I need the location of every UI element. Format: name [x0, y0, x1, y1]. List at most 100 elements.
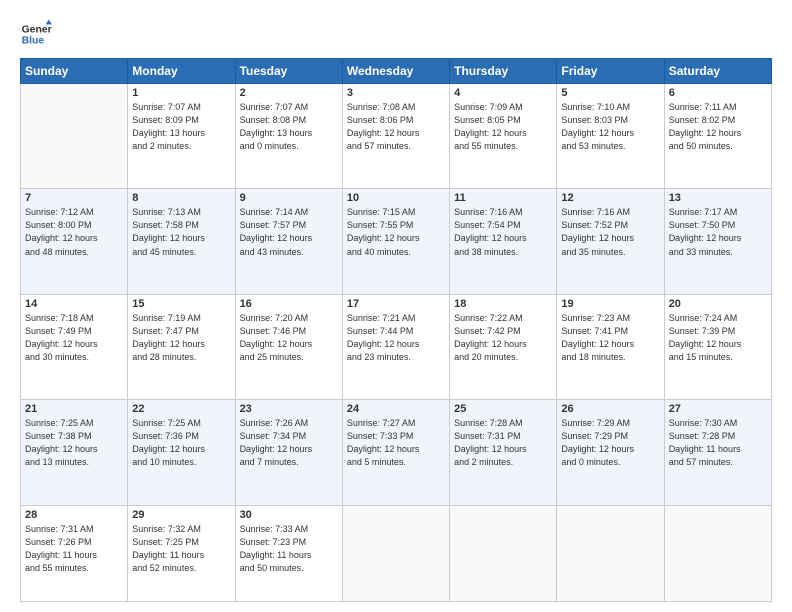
- day-number: 22: [132, 403, 230, 415]
- calendar-week-2: 7 Sunrise: 7:12 AMSunset: 8:00 PMDaylight…: [21, 189, 772, 294]
- svg-text:General: General: [22, 24, 52, 35]
- day-info: Sunrise: 7:16 AMSunset: 7:52 PMDaylight:…: [561, 206, 659, 258]
- calendar-cell: 5 Sunrise: 7:10 AMSunset: 8:03 PMDaylight…: [557, 84, 664, 189]
- calendar-cell: 26 Sunrise: 7:29 AMSunset: 7:29 PMDayligh…: [557, 400, 664, 505]
- calendar-cell: 19 Sunrise: 7:23 AMSunset: 7:41 PMDayligh…: [557, 294, 664, 399]
- day-info: Sunrise: 7:28 AMSunset: 7:31 PMDaylight:…: [454, 417, 552, 469]
- day-info: Sunrise: 7:26 AMSunset: 7:34 PMDaylight:…: [240, 417, 338, 469]
- day-number: 15: [132, 298, 230, 310]
- day-info: Sunrise: 7:12 AMSunset: 8:00 PMDaylight:…: [25, 206, 123, 258]
- weekday-tuesday: Tuesday: [235, 59, 342, 84]
- day-number: 5: [561, 87, 659, 99]
- logo-icon: General Blue: [20, 18, 52, 50]
- calendar-cell: 7 Sunrise: 7:12 AMSunset: 8:00 PMDaylight…: [21, 189, 128, 294]
- day-number: 11: [454, 192, 552, 204]
- calendar-cell: 24 Sunrise: 7:27 AMSunset: 7:33 PMDayligh…: [342, 400, 449, 505]
- calendar-cell: 8 Sunrise: 7:13 AMSunset: 7:58 PMDaylight…: [128, 189, 235, 294]
- day-info: Sunrise: 7:29 AMSunset: 7:29 PMDaylight:…: [561, 417, 659, 469]
- calendar-cell: 28Sunrise: 7:31 AMSunset: 7:26 PMDayligh…: [21, 505, 128, 601]
- calendar-week-4: 21 Sunrise: 7:25 AMSunset: 7:38 PMDayligh…: [21, 400, 772, 505]
- day-number: 24: [347, 403, 445, 415]
- day-number: 29: [132, 509, 230, 521]
- day-info: Sunrise: 7:22 AMSunset: 7:42 PMDaylight:…: [454, 312, 552, 364]
- day-info: Sunrise: 7:31 AMSunset: 7:26 PMDaylight:…: [25, 523, 123, 575]
- calendar-cell: 14 Sunrise: 7:18 AMSunset: 7:49 PMDayligh…: [21, 294, 128, 399]
- weekday-friday: Friday: [557, 59, 664, 84]
- day-info: Sunrise: 7:32 AMSunset: 7:25 PMDaylight:…: [132, 523, 230, 575]
- day-number: 8: [132, 192, 230, 204]
- day-number: 20: [669, 298, 767, 310]
- day-number: 30: [240, 509, 338, 521]
- calendar-cell: [21, 84, 128, 189]
- calendar-cell: 22Sunrise: 7:25 AMSunset: 7:36 PMDayligh…: [128, 400, 235, 505]
- logo: General Blue: [20, 18, 52, 50]
- weekday-thursday: Thursday: [450, 59, 557, 84]
- day-info: Sunrise: 7:27 AMSunset: 7:33 PMDaylight:…: [347, 417, 445, 469]
- header: General Blue: [20, 18, 772, 50]
- calendar-cell: [557, 505, 664, 601]
- calendar-cell: 25 Sunrise: 7:28 AMSunset: 7:31 PMDayligh…: [450, 400, 557, 505]
- day-info: Sunrise: 7:07 AMSunset: 8:09 PMDaylight:…: [132, 101, 230, 153]
- day-info: Sunrise: 7:15 AMSunset: 7:55 PMDaylight:…: [347, 206, 445, 258]
- day-number: 21: [25, 403, 123, 415]
- day-number: 13: [669, 192, 767, 204]
- day-number: 4: [454, 87, 552, 99]
- calendar-cell: 30 Sunrise: 7:33 AMSunset: 7:23 PMDayligh…: [235, 505, 342, 601]
- calendar-cell: 12 Sunrise: 7:16 AMSunset: 7:52 PMDayligh…: [557, 189, 664, 294]
- calendar-cell: [450, 505, 557, 601]
- day-info: Sunrise: 7:21 AMSunset: 7:44 PMDaylight:…: [347, 312, 445, 364]
- day-info: Sunrise: 7:20 AMSunset: 7:46 PMDaylight:…: [240, 312, 338, 364]
- day-number: 23: [240, 403, 338, 415]
- day-number: 27: [669, 403, 767, 415]
- day-info: Sunrise: 7:14 AMSunset: 7:57 PMDaylight:…: [240, 206, 338, 258]
- day-info: Sunrise: 7:17 AMSunset: 7:50 PMDaylight:…: [669, 206, 767, 258]
- day-number: 12: [561, 192, 659, 204]
- calendar-cell: [664, 505, 771, 601]
- day-info: Sunrise: 7:30 AMSunset: 7:28 PMDaylight:…: [669, 417, 767, 469]
- calendar-week-1: 1 Sunrise: 7:07 AMSunset: 8:09 PMDaylight…: [21, 84, 772, 189]
- calendar-cell: 17 Sunrise: 7:21 AMSunset: 7:44 PMDayligh…: [342, 294, 449, 399]
- calendar-cell: 2 Sunrise: 7:07 AMSunset: 8:08 PMDaylight…: [235, 84, 342, 189]
- day-info: Sunrise: 7:24 AMSunset: 7:39 PMDaylight:…: [669, 312, 767, 364]
- day-number: 10: [347, 192, 445, 204]
- day-info: Sunrise: 7:25 AMSunset: 7:38 PMDaylight:…: [25, 417, 123, 469]
- calendar-cell: 9 Sunrise: 7:14 AMSunset: 7:57 PMDaylight…: [235, 189, 342, 294]
- day-number: 14: [25, 298, 123, 310]
- calendar-cell: 13 Sunrise: 7:17 AMSunset: 7:50 PMDayligh…: [664, 189, 771, 294]
- calendar-cell: [342, 505, 449, 601]
- day-info: Sunrise: 7:09 AMSunset: 8:05 PMDaylight:…: [454, 101, 552, 153]
- day-info: Sunrise: 7:07 AMSunset: 8:08 PMDaylight:…: [240, 101, 338, 153]
- day-info: Sunrise: 7:13 AMSunset: 7:58 PMDaylight:…: [132, 206, 230, 258]
- day-number: 18: [454, 298, 552, 310]
- weekday-saturday: Saturday: [664, 59, 771, 84]
- calendar-cell: 18 Sunrise: 7:22 AMSunset: 7:42 PMDayligh…: [450, 294, 557, 399]
- calendar-cell: 1 Sunrise: 7:07 AMSunset: 8:09 PMDaylight…: [128, 84, 235, 189]
- calendar-cell: 6 Sunrise: 7:11 AMSunset: 8:02 PMDaylight…: [664, 84, 771, 189]
- calendar-cell: 29 Sunrise: 7:32 AMSunset: 7:25 PMDayligh…: [128, 505, 235, 601]
- calendar-cell: 3Sunrise: 7:08 AMSunset: 8:06 PMDaylight…: [342, 84, 449, 189]
- day-info: Sunrise: 7:23 AMSunset: 7:41 PMDaylight:…: [561, 312, 659, 364]
- day-number: 25: [454, 403, 552, 415]
- calendar-cell: 15Sunrise: 7:19 AMSunset: 7:47 PMDayligh…: [128, 294, 235, 399]
- day-number: 6: [669, 87, 767, 99]
- weekday-monday: Monday: [128, 59, 235, 84]
- day-number: 1: [132, 87, 230, 99]
- day-number: 19: [561, 298, 659, 310]
- day-number: 17: [347, 298, 445, 310]
- weekday-sunday: Sunday: [21, 59, 128, 84]
- day-number: 2: [240, 87, 338, 99]
- calendar-cell: 21 Sunrise: 7:25 AMSunset: 7:38 PMDayligh…: [21, 400, 128, 505]
- day-number: 26: [561, 403, 659, 415]
- calendar-body: 1 Sunrise: 7:07 AMSunset: 8:09 PMDaylight…: [21, 84, 772, 602]
- day-info: Sunrise: 7:18 AMSunset: 7:49 PMDaylight:…: [25, 312, 123, 364]
- calendar-cell: 16Sunrise: 7:20 AMSunset: 7:46 PMDayligh…: [235, 294, 342, 399]
- day-number: 9: [240, 192, 338, 204]
- calendar-cell: 10 Sunrise: 7:15 AMSunset: 7:55 PMDayligh…: [342, 189, 449, 294]
- day-info: Sunrise: 7:33 AMSunset: 7:23 PMDaylight:…: [240, 523, 338, 575]
- day-info: Sunrise: 7:11 AMSunset: 8:02 PMDaylight:…: [669, 101, 767, 153]
- day-number: 7: [25, 192, 123, 204]
- calendar-cell: 4 Sunrise: 7:09 AMSunset: 8:05 PMDaylight…: [450, 84, 557, 189]
- weekday-header-row: SundayMondayTuesdayWednesdayThursdayFrid…: [21, 59, 772, 84]
- day-info: Sunrise: 7:10 AMSunset: 8:03 PMDaylight:…: [561, 101, 659, 153]
- day-info: Sunrise: 7:16 AMSunset: 7:54 PMDaylight:…: [454, 206, 552, 258]
